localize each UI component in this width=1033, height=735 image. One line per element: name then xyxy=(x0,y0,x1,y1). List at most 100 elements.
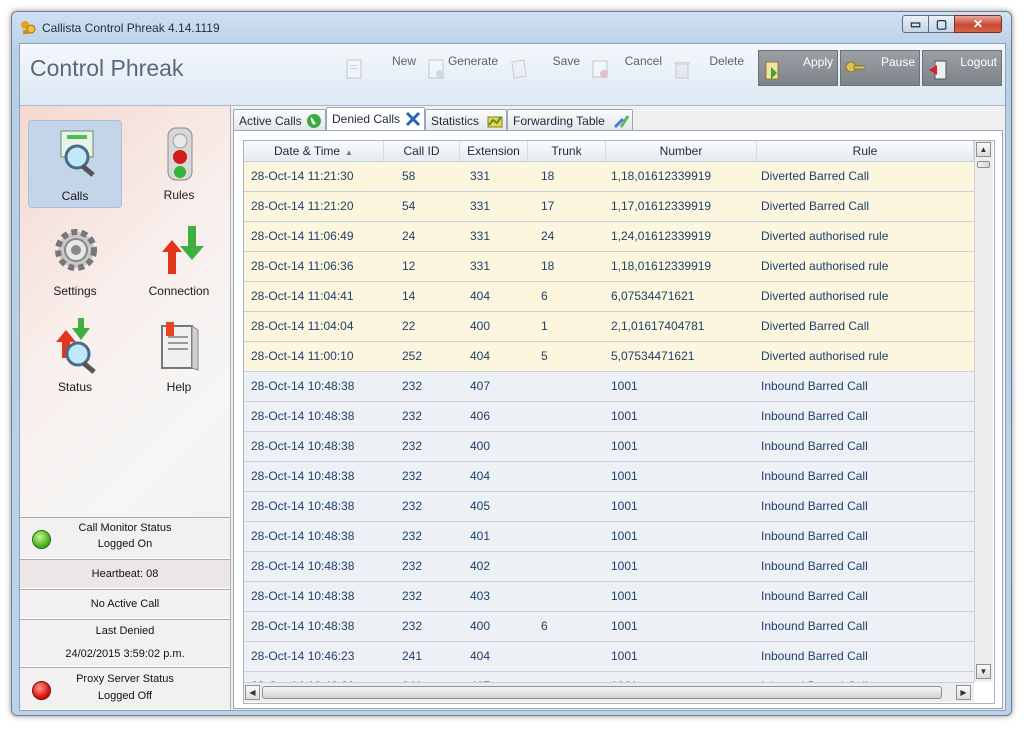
cell-rule: Diverted authorised rule xyxy=(761,259,889,273)
forwarding-icon xyxy=(613,115,629,129)
new-button[interactable]: New xyxy=(340,50,420,86)
table-row[interactable]: 28-Oct-14 11:00:10 252 404 5 5,07534471621 Di… xyxy=(244,342,974,372)
column-header-rule[interactable]: Rule xyxy=(757,141,974,161)
cell-datetime: 28-Oct-14 10:48:38 xyxy=(251,529,355,543)
table-row[interactable]: 28-Oct-14 11:21:30 58 331 18 1,18,0161233991… xyxy=(244,162,974,192)
cell-datetime: 28-Oct-14 10:48:38 xyxy=(251,619,355,633)
table-row[interactable]: 28-Oct-14 10:48:38 232 401 1001 Inbound Barr… xyxy=(244,522,974,552)
scroll-up-button[interactable]: ▲ xyxy=(976,142,991,157)
minimize-button[interactable]: ▭ xyxy=(902,15,929,33)
nav-help-label: Help xyxy=(166,380,192,394)
nav-calls-button[interactable]: Calls xyxy=(28,120,122,208)
scroll-down-button[interactable]: ▼ xyxy=(976,664,991,679)
cell-datetime: 28-Oct-14 11:00:10 xyxy=(251,349,354,363)
tab-statistics[interactable]: Statistics xyxy=(425,109,507,130)
cell-extension: 404 xyxy=(470,289,491,303)
cell-rule: Diverted authorised rule xyxy=(761,289,889,303)
cancel-label: Cancel xyxy=(624,54,662,68)
horizontal-scroll-thumb[interactable] xyxy=(262,686,942,699)
table-row[interactable]: 28-Oct-14 10:48:38 232 405 1001 Inbound Barr… xyxy=(244,492,974,522)
last-denied-title: Last Denied xyxy=(95,625,155,637)
cell-extension: 402 xyxy=(470,559,491,573)
column-header-extension[interactable]: Extension xyxy=(460,141,528,161)
vertical-scrollbar[interactable]: ▲ ▼ xyxy=(974,141,993,682)
horizontal-scrollbar[interactable]: ◀ ▶ xyxy=(244,682,974,702)
cell-call-id: 232 xyxy=(402,559,423,573)
column-header-date-time[interactable]: Date & Time ▲ xyxy=(244,141,384,161)
delete-button[interactable]: Delete xyxy=(668,50,748,86)
maximize-button[interactable]: ▢ xyxy=(928,15,955,33)
table-row[interactable]: 28-Oct-14 10:48:38 232 400 1001 Inbound Barr… xyxy=(244,432,974,462)
nav-status-button[interactable]: Status xyxy=(28,312,122,400)
vertical-scroll-thumb[interactable] xyxy=(977,161,990,168)
proxy-server-value: Logged Off xyxy=(97,690,153,702)
table-row[interactable]: 28-Oct-14 10:48:38 232 404 1001 Inbound Barr… xyxy=(244,462,974,492)
table-row[interactable]: 28-Oct-14 10:48:38 232 406 1001 Inbound Barr… xyxy=(244,402,974,432)
cell-call-id: 232 xyxy=(402,379,423,393)
cell-rule: Inbound Barred Call xyxy=(761,619,868,633)
table-row[interactable]: 28-Oct-14 10:48:38 232 407 1001 Inbound Barr… xyxy=(244,372,974,402)
tab-denied-calls[interactable]: Denied Calls xyxy=(326,107,425,130)
delete-icon xyxy=(674,62,690,79)
x-icon xyxy=(405,111,421,127)
cell-rule: Inbound Barred Call xyxy=(761,529,868,543)
pause-button[interactable]: Pause xyxy=(840,50,920,86)
cell-call-id: 54 xyxy=(402,199,416,213)
table-row[interactable]: 28-Oct-14 11:06:49 24 331 24 1,24,0161233991… xyxy=(244,222,974,252)
nav-calls-label: Calls xyxy=(61,189,89,203)
tab-active-calls[interactable]: Active Calls xyxy=(233,109,326,130)
table-row[interactable]: 28-Oct-14 11:06:36 12 331 18 1,18,0161233991… xyxy=(244,252,974,282)
tab-forwarding-table[interactable]: Forwarding Table xyxy=(507,109,633,130)
window-title: Callista Control Phreak 4.14.1119 xyxy=(42,21,220,35)
close-button[interactable]: ✕ xyxy=(954,15,1002,33)
call-monitor-title: Call Monitor Status xyxy=(78,522,172,534)
cell-extension: 404 xyxy=(470,349,491,363)
table-row[interactable]: 28-Oct-14 10:46:23 241 404 1001 Inbound Barr… xyxy=(244,642,974,672)
column-header-trunk[interactable]: Trunk xyxy=(528,141,606,161)
chart-icon xyxy=(487,116,503,128)
cell-rule: Inbound Barred Call xyxy=(761,589,868,603)
table-row[interactable]: 28-Oct-14 10:48:38 232 402 1001 Inbound Barr… xyxy=(244,552,974,582)
nav-help-button[interactable]: Help xyxy=(132,312,226,400)
table-row[interactable]: 28-Oct-14 10:46:23 241 407 1001 Inbound Barr… xyxy=(244,672,974,682)
new-document-icon xyxy=(346,59,362,79)
table-row[interactable]: 28-Oct-14 11:21:20 54 331 17 1,17,0161233991… xyxy=(244,192,974,222)
nav-connection-button[interactable]: Connection xyxy=(132,216,226,304)
app-title: Control Phreak xyxy=(30,55,184,81)
cell-extension: 407 xyxy=(470,672,490,682)
phone-icon xyxy=(307,114,321,128)
last-denied-box: Last Denied 24/02/2015 3:59:02 p.m. xyxy=(20,619,230,667)
generate-button[interactable]: Generate xyxy=(422,50,502,86)
scroll-left-button[interactable]: ◀ xyxy=(245,685,260,700)
logout-button[interactable]: Logout xyxy=(922,50,1002,86)
apply-button[interactable]: Apply xyxy=(758,50,838,86)
cell-extension: 407 xyxy=(470,379,491,393)
save-button[interactable]: Save xyxy=(504,50,584,86)
generate-label: Generate xyxy=(447,54,498,68)
cancel-button[interactable]: Cancel xyxy=(586,50,666,86)
table-row[interactable]: 28-Oct-14 10:48:38 232 403 1001 Inbound Barr… xyxy=(244,582,974,612)
nav-settings-button[interactable]: Settings xyxy=(28,216,122,304)
heartbeat-box: Heartbeat: 08 xyxy=(20,559,230,589)
cell-rule: Inbound Barred Call xyxy=(761,469,868,483)
cell-datetime: 28-Oct-14 10:48:38 xyxy=(251,499,355,513)
cell-extension: 404 xyxy=(470,649,491,663)
nav-rules-label: Rules xyxy=(163,188,195,202)
status-panel: Call Monitor Status Logged On Heartbeat:… xyxy=(20,517,230,710)
cell-extension: 403 xyxy=(470,589,491,603)
column-header-call-id[interactable]: Call ID xyxy=(384,141,460,161)
gear-icon xyxy=(55,229,97,271)
table-row[interactable]: 28-Oct-14 11:04:04 22 400 1 2,1,01617404781 D… xyxy=(244,312,974,342)
apply-label: Apply xyxy=(802,55,833,69)
help-book-icon xyxy=(161,322,199,371)
nav-status-label: Status xyxy=(57,380,93,394)
column-header-number[interactable]: Number xyxy=(606,141,757,161)
table-row[interactable]: 28-Oct-14 11:04:41 14 404 6 6,07534471621 Div… xyxy=(244,282,974,312)
key-icon xyxy=(845,61,865,73)
title-bar[interactable]: Callista Control Phreak 4.14.1119 ▭ ▢ ✕ xyxy=(12,12,1011,42)
scroll-right-button[interactable]: ▶ xyxy=(956,685,971,700)
nav-rules-button[interactable]: Rules xyxy=(132,120,226,208)
cell-rule: Inbound Barred Call xyxy=(761,409,868,423)
table-row[interactable]: 28-Oct-14 10:48:38 232 400 6 1001 Inbound Bar… xyxy=(244,612,974,642)
sidebar: Calls Rules Settings Connection Status Help C… xyxy=(20,106,231,710)
